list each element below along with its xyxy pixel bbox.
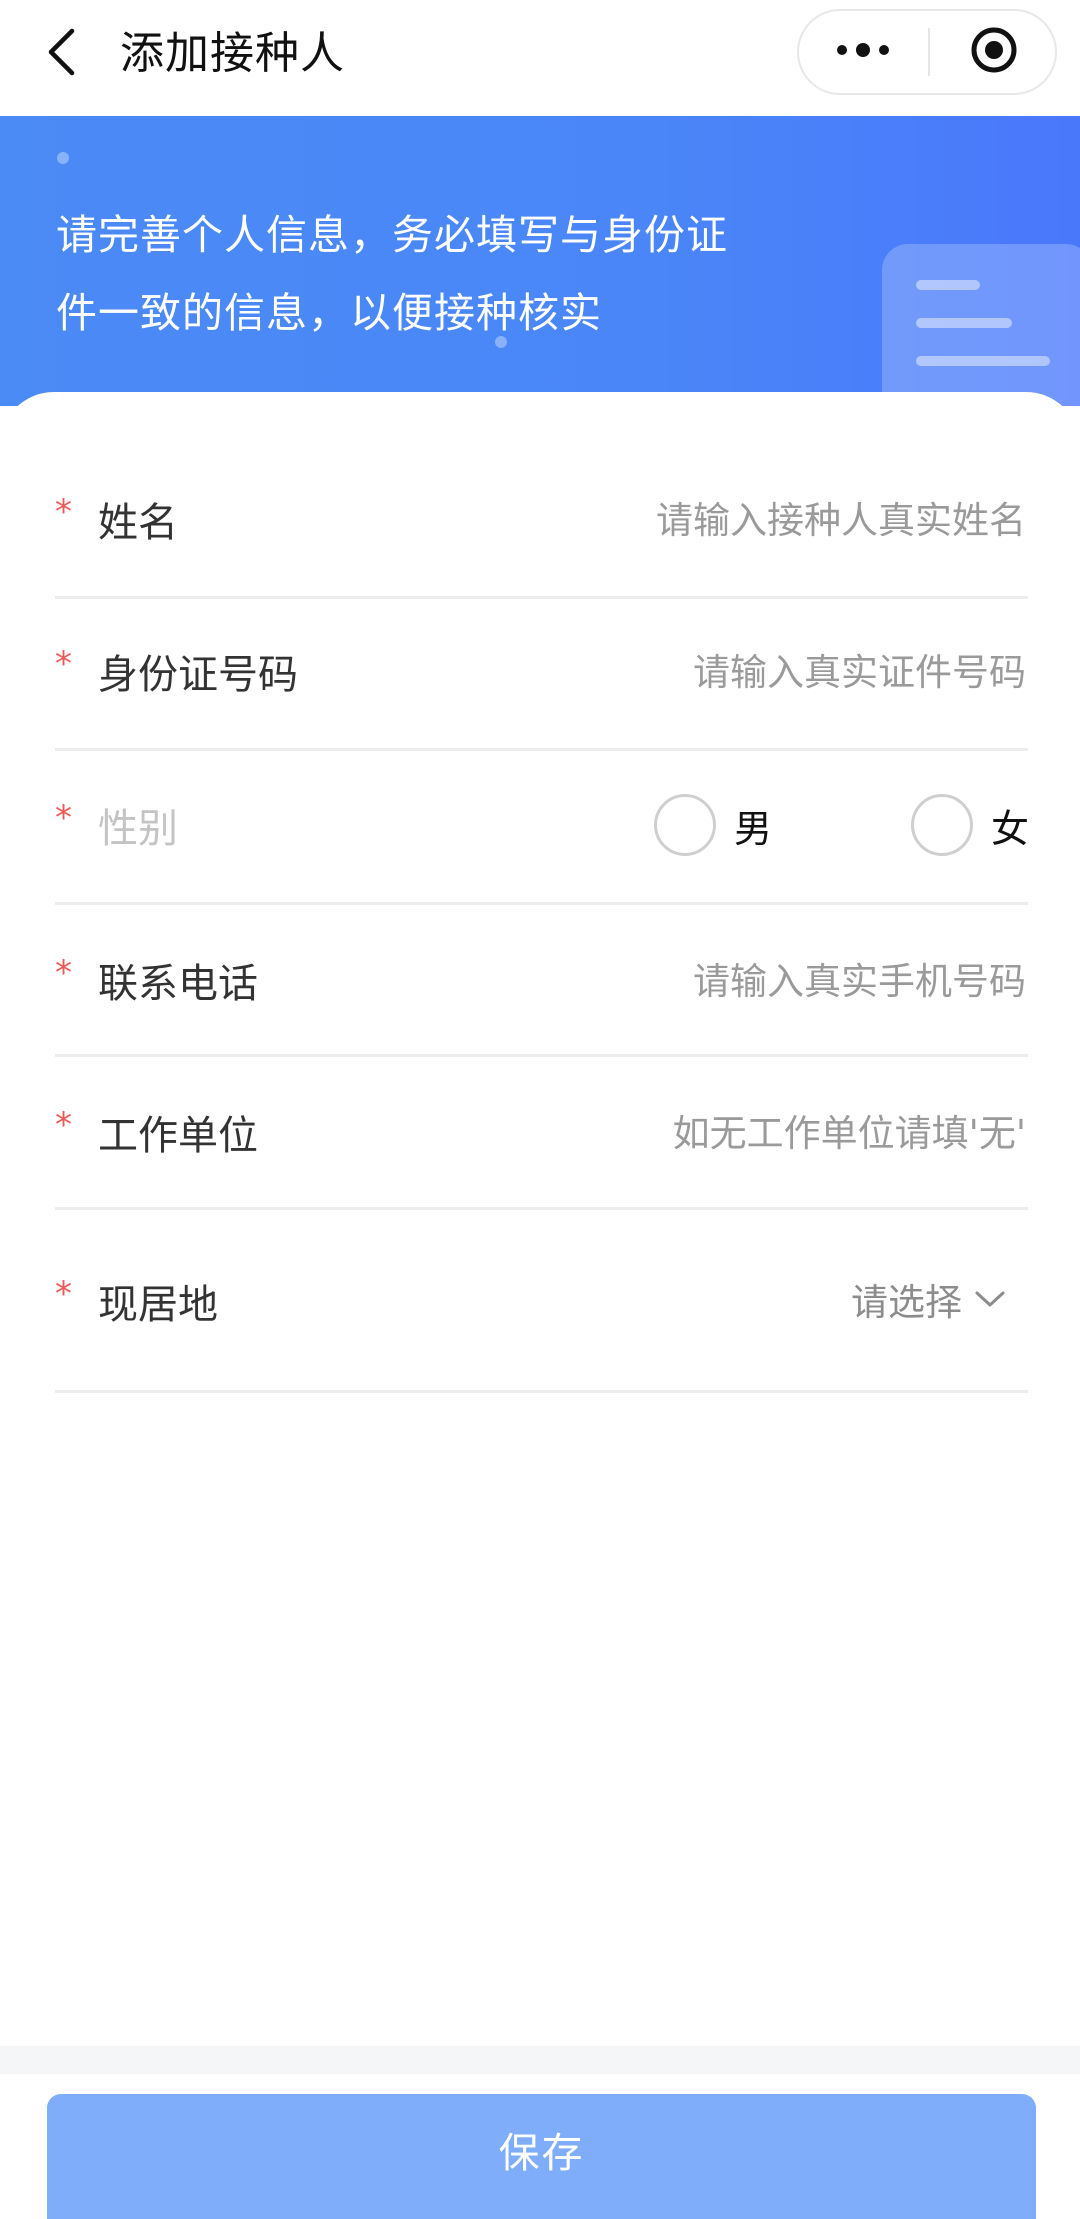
form-card: * 姓名 * 身份证号码 * 性别 男 女 * 联系电话 [0,392,1080,2052]
close-mini-program-button[interactable] [930,11,1057,93]
more-dots-icon [835,42,891,62]
decor-dot [57,152,69,164]
chevron-left-icon [46,27,76,81]
document-illustration-icon [882,244,1080,406]
required-mark: * [55,798,72,838]
target-close-icon [969,25,1019,79]
mini-program-capsule [797,9,1057,95]
name-input[interactable] [506,485,1026,555]
required-mark: * [55,644,72,684]
page: 添加接种人 请完善个人信息，务必填写与身份证 件一致的信息，以便接种核实 * 姓… [0,0,1080,2219]
required-mark: * [55,1274,72,1314]
gender-male-label: 男 [734,806,773,851]
id-number-input[interactable] [506,637,1026,707]
residence-select[interactable]: 请选择 [851,1272,1008,1326]
radio-circle-icon [911,794,973,856]
phone-input[interactable] [506,946,1026,1016]
save-button[interactable]: 保存 [47,2094,1036,2219]
residence-label: 现居地 [98,1282,218,1328]
banner-notice: 请完善个人信息，务必填写与身份证 件一致的信息，以便接种核实 [56,196,836,352]
gender-label: 性别 [98,806,178,852]
radio-circle-icon [654,794,716,856]
id-number-label: 身份证号码 [98,652,298,698]
required-mark: * [55,953,72,993]
gender-option-male[interactable]: 男 [654,794,772,856]
form-row-name: * 姓名 [55,440,1028,599]
form-row-employer: * 工作单位 [55,1057,1028,1210]
banner-line-1: 请完善个人信息，务必填写与身份证 [56,211,728,259]
form-row-gender: * 性别 男 女 [55,751,1029,905]
back-button[interactable] [34,22,88,86]
required-mark: * [55,492,72,532]
name-label: 姓名 [98,500,178,546]
form-row-phone: * 联系电话 [55,905,1028,1057]
info-banner: 请完善个人信息，务必填写与身份证 件一致的信息，以便接种核实 [0,116,1080,406]
residence-select-text: 请选择 [851,1281,962,1324]
employer-label: 工作单位 [98,1113,258,1159]
more-button[interactable] [799,11,927,93]
banner-line-2: 件一致的信息，以便接种核实 [56,289,602,337]
form-row-id-number: * 身份证号码 [55,599,1028,751]
top-navbar: 添加接种人 [0,0,1080,116]
bottom-separator [0,2046,1080,2074]
page-title: 添加接种人 [120,28,345,79]
chevron-down-icon [972,1281,1008,1317]
phone-label: 联系电话 [98,961,258,1007]
gender-female-label: 女 [991,806,1030,851]
employer-input[interactable] [506,1098,1026,1168]
form-row-residence: * 现居地 请选择 [55,1210,1028,1393]
gender-option-female[interactable]: 女 [911,794,1029,856]
required-mark: * [55,1105,72,1145]
